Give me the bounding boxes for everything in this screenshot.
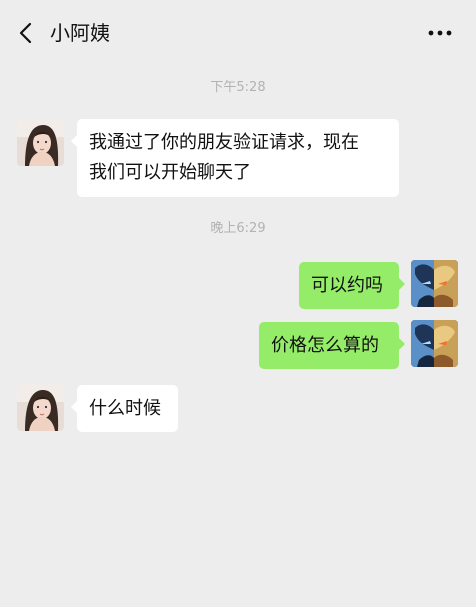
more-dots-icon[interactable]: [426, 20, 454, 46]
message-bubble-received[interactable]: 什么时候: [71, 385, 178, 432]
message-bubble-sent[interactable]: 可以约吗: [299, 262, 405, 309]
message-text: 什么时候: [89, 398, 161, 419]
message-bubble-received[interactable]: 我通过了你的朋友验证请求，现在 我们可以开始聊天了: [71, 119, 399, 197]
chat-header: 小阿姨: [0, 0, 476, 66]
message-text-line: 我通过了你的朋友验证请求，现在: [89, 132, 359, 153]
message-bubble-sent[interactable]: 价格怎么算的: [259, 322, 405, 369]
message-text: 价格怎么算的: [271, 335, 379, 356]
message-text: 可以约吗: [311, 275, 383, 296]
contact-avatar[interactable]: [17, 384, 64, 431]
timestamp: 晚上6:29: [210, 221, 266, 236]
message-text-line: 我们可以开始聊天了: [89, 162, 251, 183]
timestamp: 下午5:28: [210, 80, 266, 95]
contact-avatar[interactable]: [17, 119, 64, 166]
user-avatar[interactable]: [411, 320, 458, 367]
chat-title: 小阿姨: [50, 21, 110, 45]
user-avatar[interactable]: [411, 260, 458, 307]
chevron-left-icon[interactable]: [14, 20, 40, 46]
